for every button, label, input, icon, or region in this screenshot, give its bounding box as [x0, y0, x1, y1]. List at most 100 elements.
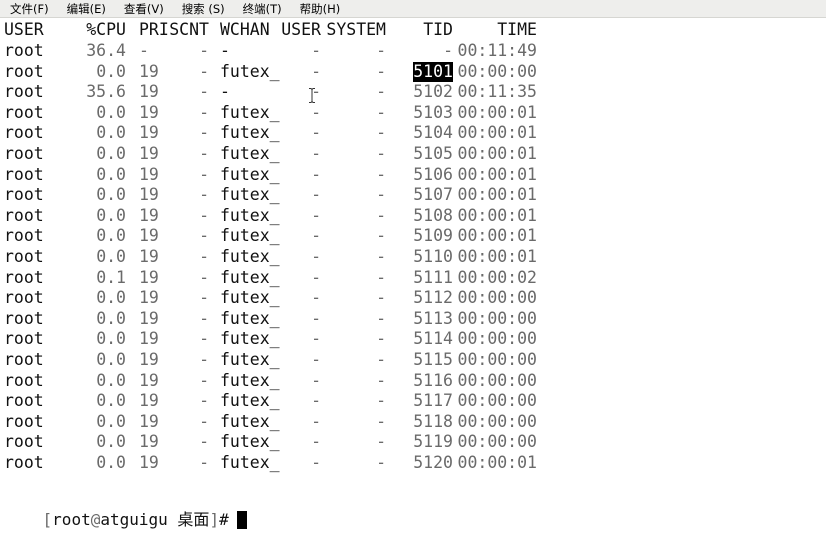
- header-tid: TID: [423, 20, 453, 39]
- cell-tid: 5114: [413, 329, 453, 349]
- cell-pri: 19: [139, 247, 159, 266]
- cell-tid: 5119: [413, 432, 453, 452]
- cell-time: 00:00:01: [457, 226, 537, 246]
- cell-time: 00:00:00: [457, 411, 537, 431]
- table-row: root 0.0 19- futex_ - -5105 00:00:01: [0, 144, 826, 164]
- menu-file[interactable]: 文件(F): [0, 1, 57, 17]
- cell-scnt: -: [199, 453, 209, 472]
- cell-wchan: -: [220, 41, 230, 60]
- header-time: TIME: [497, 20, 537, 39]
- cell-wchan: futex_: [220, 226, 280, 246]
- cell-wchan: futex_: [220, 432, 280, 452]
- cell-time: 00:00:01: [457, 164, 537, 184]
- table-row: root 0.0 19- futex_ - -5120 00:00:01: [0, 453, 826, 473]
- cell-scnt: -: [199, 205, 209, 225]
- cell-pri: 19: [139, 411, 159, 431]
- cell-scnt: -: [199, 370, 209, 390]
- cell-cpu: 0.0: [96, 411, 126, 431]
- cell-scnt: -: [199, 247, 209, 266]
- prompt-at: @: [90, 510, 101, 529]
- cell-cpu: 0.0: [96, 247, 126, 266]
- cell-pri: 19: [139, 102, 159, 122]
- cell-system: -: [376, 226, 386, 246]
- cell-cpu: 0.0: [96, 102, 126, 122]
- cell-scnt: -: [199, 391, 209, 411]
- cell-time: 00:00:00: [457, 370, 537, 390]
- cell-scnt: -: [199, 185, 209, 205]
- cell-system: -: [376, 144, 386, 163]
- cell-wchan: futex_: [220, 205, 280, 225]
- cell-scnt: -: [199, 61, 209, 81]
- cell-cpu: 0.0: [96, 226, 126, 246]
- cell-system: -: [376, 329, 386, 349]
- cell-user-time: -: [311, 41, 321, 60]
- table-row: root 0.0 19- futex_ - -5110 00:00:01: [0, 247, 826, 267]
- header-cpu: %CPU: [86, 20, 126, 39]
- column-header-row: USER %CPU PRI SCNT WCHAN USER SYSTEM TID…: [0, 20, 826, 40]
- cell-cpu: 0.0: [96, 123, 126, 143]
- cell-wchan: futex_: [220, 288, 280, 308]
- cell-scnt: -: [199, 329, 209, 349]
- prompt-open-bracket: [: [42, 510, 53, 529]
- cell-wchan: futex_: [220, 247, 280, 266]
- cell-user-time: -: [311, 205, 321, 225]
- cell-system: -: [376, 41, 386, 60]
- table-row: root 0.0 19- futex_ - -5115 00:00:00: [0, 350, 826, 370]
- table-row: root 0.0 19- futex_ - -5112 00:00:00: [0, 288, 826, 308]
- header-user: USER: [4, 20, 44, 39]
- cell-time: 00:00:01: [457, 102, 537, 122]
- cell-pri: 19: [139, 164, 159, 184]
- table-row: root 0.0 19- futex_ - -5113 00:00:00: [0, 309, 826, 329]
- cell-time: 00:11:35: [457, 82, 537, 102]
- cell-pri: 19: [139, 370, 159, 390]
- cell-wchan: -: [220, 82, 230, 102]
- cell-tid: 5113: [413, 308, 453, 328]
- cell-user: root: [4, 267, 44, 287]
- cell-user: root: [4, 82, 44, 102]
- terminal-output[interactable]: USER %CPU PRI SCNT WCHAN USER SYSTEM TID…: [0, 18, 826, 529]
- cell-user-time: -: [311, 432, 321, 452]
- cell-time: 00:00:00: [457, 432, 537, 452]
- header-wchan: WCHAN: [220, 20, 270, 39]
- cell-pri: 19: [139, 267, 159, 287]
- menu-terminal[interactable]: 终端(T): [233, 1, 290, 17]
- cell-time: 00:00:01: [457, 185, 537, 205]
- cell-cpu: 0.1: [96, 267, 126, 287]
- cell-user: root: [4, 350, 44, 369]
- cell-pri: 19: [139, 391, 159, 411]
- cell-user: root: [4, 453, 44, 472]
- cell-scnt: -: [199, 123, 209, 143]
- cell-cpu: 0.0: [96, 370, 126, 390]
- cell-tid: 5111: [413, 267, 453, 287]
- cell-system: -: [376, 308, 386, 328]
- cell-tid: 5116: [413, 370, 453, 390]
- cell-tid: -: [443, 41, 453, 60]
- cell-tid: 5103: [413, 102, 453, 122]
- cell-time: 00:00:01: [457, 144, 537, 163]
- cell-cpu: 0.0: [96, 391, 126, 411]
- cell-system: -: [376, 185, 386, 205]
- menu-view[interactable]: 查看(V): [114, 1, 172, 17]
- cell-time: 00:00:00: [457, 391, 537, 411]
- prompt-host: atguigu: [100, 510, 168, 529]
- cell-user-time: -: [311, 370, 321, 390]
- cell-user-time: -: [311, 102, 321, 122]
- cell-system: -: [376, 61, 386, 81]
- cell-scnt: -: [199, 432, 209, 452]
- menu-help[interactable]: 帮助(H): [290, 1, 349, 17]
- cell-user-time: -: [311, 123, 321, 143]
- cell-cpu: 0.0: [96, 164, 126, 184]
- cell-pri: 19: [139, 185, 159, 205]
- shell-prompt[interactable]: [root@atguigu 桌面]#: [4, 490, 826, 529]
- header-system: SYSTEM: [326, 20, 386, 39]
- cell-user: root: [4, 41, 44, 60]
- cell-system: -: [376, 370, 386, 390]
- cell-user: root: [4, 432, 44, 452]
- cell-tid: 5118: [413, 411, 453, 431]
- cell-pri: 19: [139, 288, 159, 308]
- cell-system: -: [376, 267, 386, 287]
- cell-pri: 19: [139, 61, 159, 81]
- menu-edit[interactable]: 编辑(E): [57, 1, 114, 17]
- menu-search[interactable]: 搜索 (S): [172, 1, 233, 17]
- cell-pri: 19: [139, 82, 159, 102]
